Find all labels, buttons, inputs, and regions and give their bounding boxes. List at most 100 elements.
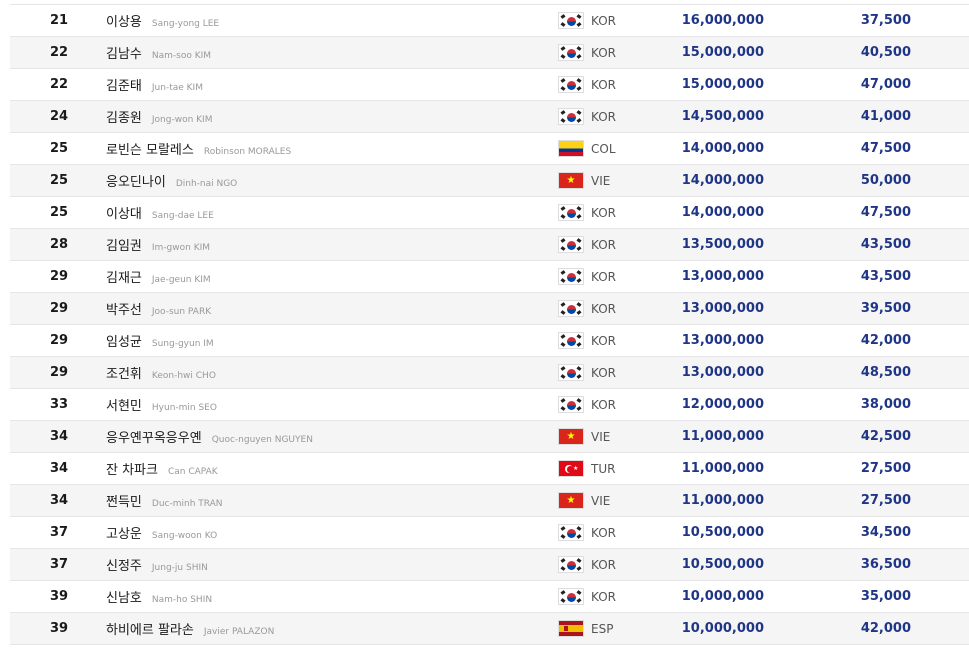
rank: 34: [50, 461, 69, 476]
player-name[interactable]: 김남수 Nam-soo KIM: [106, 37, 211, 72]
player-name[interactable]: 하비에르 팔라손 Javier PALAZON: [106, 613, 274, 648]
player-name[interactable]: 임성균 Sung-gyun IM: [106, 325, 214, 360]
player-korean-name[interactable]: 김임권: [106, 239, 142, 254]
player-english-name: Sang-yong LEE: [151, 19, 220, 29]
rank: 28: [50, 237, 69, 252]
player-english-name: Joo-sun PARK: [151, 307, 212, 317]
player-name[interactable]: 김준태 Jun-tae KIM: [106, 69, 203, 104]
player-name[interactable]: 이상용 Sang-yong LEE: [106, 5, 219, 40]
player-name[interactable]: 조건휘 Keon-hwi CHO: [106, 357, 216, 392]
kor-flag-icon: [558, 12, 584, 29]
points: 42,500: [860, 429, 911, 444]
prize-money: 14,000,000: [681, 141, 764, 156]
country: KOR: [558, 37, 616, 68]
country: KOR: [558, 357, 616, 388]
rank: 39: [50, 621, 69, 636]
rank: 37: [50, 557, 69, 572]
player-korean-name[interactable]: 임성균: [106, 335, 142, 350]
table-row[interactable]: 37 고상운 Sang-woon KO KOR 10,500,000 34,500: [10, 517, 969, 549]
player-name[interactable]: 김재근 Jae-geun KIM: [106, 261, 211, 296]
player-name[interactable]: 신정주 Jung-ju SHIN: [106, 549, 208, 584]
player-name[interactable]: 고상운 Sang-woon KO: [106, 517, 217, 552]
player-korean-name[interactable]: 김종원: [106, 111, 142, 126]
player-name[interactable]: 로빈슨 모랄레스 Robinson MORALES: [106, 133, 291, 168]
player-name[interactable]: 서현민 Hyun-min SEO: [106, 389, 217, 424]
player-name[interactable]: 응우옌꾸옥응우옌 Quoc-nguyen NGUYEN: [106, 421, 313, 456]
points: 37,500: [860, 13, 911, 28]
prize-money: 14,500,000: [681, 109, 764, 124]
table-row[interactable]: 29 조건휘 Keon-hwi CHO KOR 13,000,000 48,500: [10, 357, 969, 389]
kor-flag-icon: [558, 76, 584, 93]
country-code: VIE: [591, 493, 611, 508]
player-korean-name[interactable]: 이상용: [106, 15, 142, 30]
table-row[interactable]: 34 잔 차파크 Can CAPAK ★ TUR 11,000,000 27,500: [10, 453, 969, 485]
kor-flag-icon: [558, 204, 584, 221]
country: KOR: [558, 69, 616, 100]
country: COL: [558, 133, 616, 164]
player-name[interactable]: 쩐득민 Duc-minh TRAN: [106, 485, 223, 520]
table-row[interactable]: 22 김남수 Nam-soo KIM KOR 15,000,000 40,500: [10, 37, 969, 69]
player-english-name: Javier PALAZON: [203, 627, 275, 637]
rank: 21: [50, 13, 69, 28]
rank: 34: [50, 493, 69, 508]
player-korean-name[interactable]: 김준태: [106, 79, 142, 94]
country: KOR: [558, 5, 616, 36]
rank: 22: [50, 77, 69, 92]
prize-money: 13,000,000: [681, 365, 764, 380]
table-row[interactable]: 37 신정주 Jung-ju SHIN KOR 10,500,000 36,500: [10, 549, 969, 581]
player-korean-name[interactable]: 응우옌꾸옥응우옌: [106, 431, 202, 446]
player-korean-name[interactable]: 쩐득민: [106, 495, 142, 510]
country: ESP: [558, 613, 613, 644]
player-korean-name[interactable]: 신정주: [106, 559, 142, 574]
table-row[interactable]: 28 김임권 Im-gwon KIM KOR 13,500,000 43,500: [10, 229, 969, 261]
prize-money: 15,000,000: [681, 45, 764, 60]
player-korean-name[interactable]: 김남수: [106, 47, 142, 62]
player-korean-name[interactable]: 하비에르 팔라손: [106, 623, 194, 638]
table-row[interactable]: 29 임성균 Sung-gyun IM KOR 13,000,000 42,000: [10, 325, 969, 357]
country: KOR: [558, 197, 616, 228]
table-row[interactable]: 39 신남호 Nam-ho SHIN KOR 10,000,000 35,000: [10, 581, 969, 613]
player-korean-name[interactable]: 이상대: [106, 207, 142, 222]
player-korean-name[interactable]: 잔 차파크: [106, 463, 158, 478]
table-row[interactable]: 24 김종원 Jong-won KIM KOR 14,500,000 41,000: [10, 101, 969, 133]
player-name[interactable]: 잔 차파크 Can CAPAK: [106, 453, 218, 488]
player-name[interactable]: 김종원 Jong-won KIM: [106, 101, 212, 136]
table-row[interactable]: 34 응우옌꾸옥응우옌 Quoc-nguyen NGUYEN ★ VIE 11,000,0…: [10, 421, 969, 453]
player-english-name: Nam-soo KIM: [151, 51, 212, 61]
table-row[interactable]: 34 쩐득민 Duc-minh TRAN ★ VIE 11,000,000 27,500: [10, 485, 969, 517]
rank: 29: [50, 333, 69, 348]
player-korean-name[interactable]: 김재근: [106, 271, 142, 286]
player-english-name: Duc-minh TRAN: [151, 499, 223, 509]
prize-money: 13,500,000: [681, 237, 764, 252]
country-code: VIE: [591, 429, 611, 444]
player-korean-name[interactable]: 응오딘나이: [106, 175, 166, 190]
points: 43,500: [860, 269, 911, 284]
table-row[interactable]: 29 박주선 Joo-sun PARK KOR 13,000,000 39,500: [10, 293, 969, 325]
player-korean-name[interactable]: 고상운: [106, 527, 142, 542]
table-row[interactable]: 39 하비에르 팔라손 Javier PALAZON ESP 10,000,000 42,…: [10, 613, 969, 645]
table-row[interactable]: 21 이상용 Sang-yong LEE KOR 16,000,000 37,500: [10, 5, 969, 37]
table-row[interactable]: 22 김준태 Jun-tae KIM KOR 15,000,000 47,000: [10, 69, 969, 101]
prize-money: 14,000,000: [681, 173, 764, 188]
player-korean-name[interactable]: 서현민: [106, 399, 142, 414]
points: 40,500: [860, 45, 911, 60]
player-korean-name[interactable]: 신남호: [106, 591, 142, 606]
points: 43,500: [860, 237, 911, 252]
player-korean-name[interactable]: 로빈슨 모랄레스: [106, 143, 194, 158]
player-name[interactable]: 응오딘나이 Dinh-nai NGO: [106, 165, 237, 200]
player-english-name: Hyun-min SEO: [151, 403, 217, 413]
country: ★ VIE: [558, 421, 610, 452]
vie-flag-icon: ★: [558, 172, 584, 189]
table-row[interactable]: 25 이상대 Sang-dae LEE KOR 14,000,000 47,500: [10, 197, 969, 229]
player-name[interactable]: 신남호 Nam-ho SHIN: [106, 581, 212, 616]
player-korean-name[interactable]: 조건휘: [106, 367, 142, 382]
table-row[interactable]: 25 응오딘나이 Dinh-nai NGO ★ VIE 14,000,000 50,000: [10, 165, 969, 197]
player-name[interactable]: 박주선 Joo-sun PARK: [106, 293, 211, 328]
player-name[interactable]: 김임권 Im-gwon KIM: [106, 229, 210, 264]
table-row[interactable]: 29 김재근 Jae-geun KIM KOR 13,000,000 43,500: [10, 261, 969, 293]
table-row[interactable]: 33 서현민 Hyun-min SEO KOR 12,000,000 38,000: [10, 389, 969, 421]
player-english-name: Sang-woon KO: [151, 531, 218, 541]
table-row[interactable]: 25 로빈슨 모랄레스 Robinson MORALES COL 14,000,000 4…: [10, 133, 969, 165]
player-name[interactable]: 이상대 Sang-dae LEE: [106, 197, 214, 232]
player-korean-name[interactable]: 박주선: [106, 303, 142, 318]
